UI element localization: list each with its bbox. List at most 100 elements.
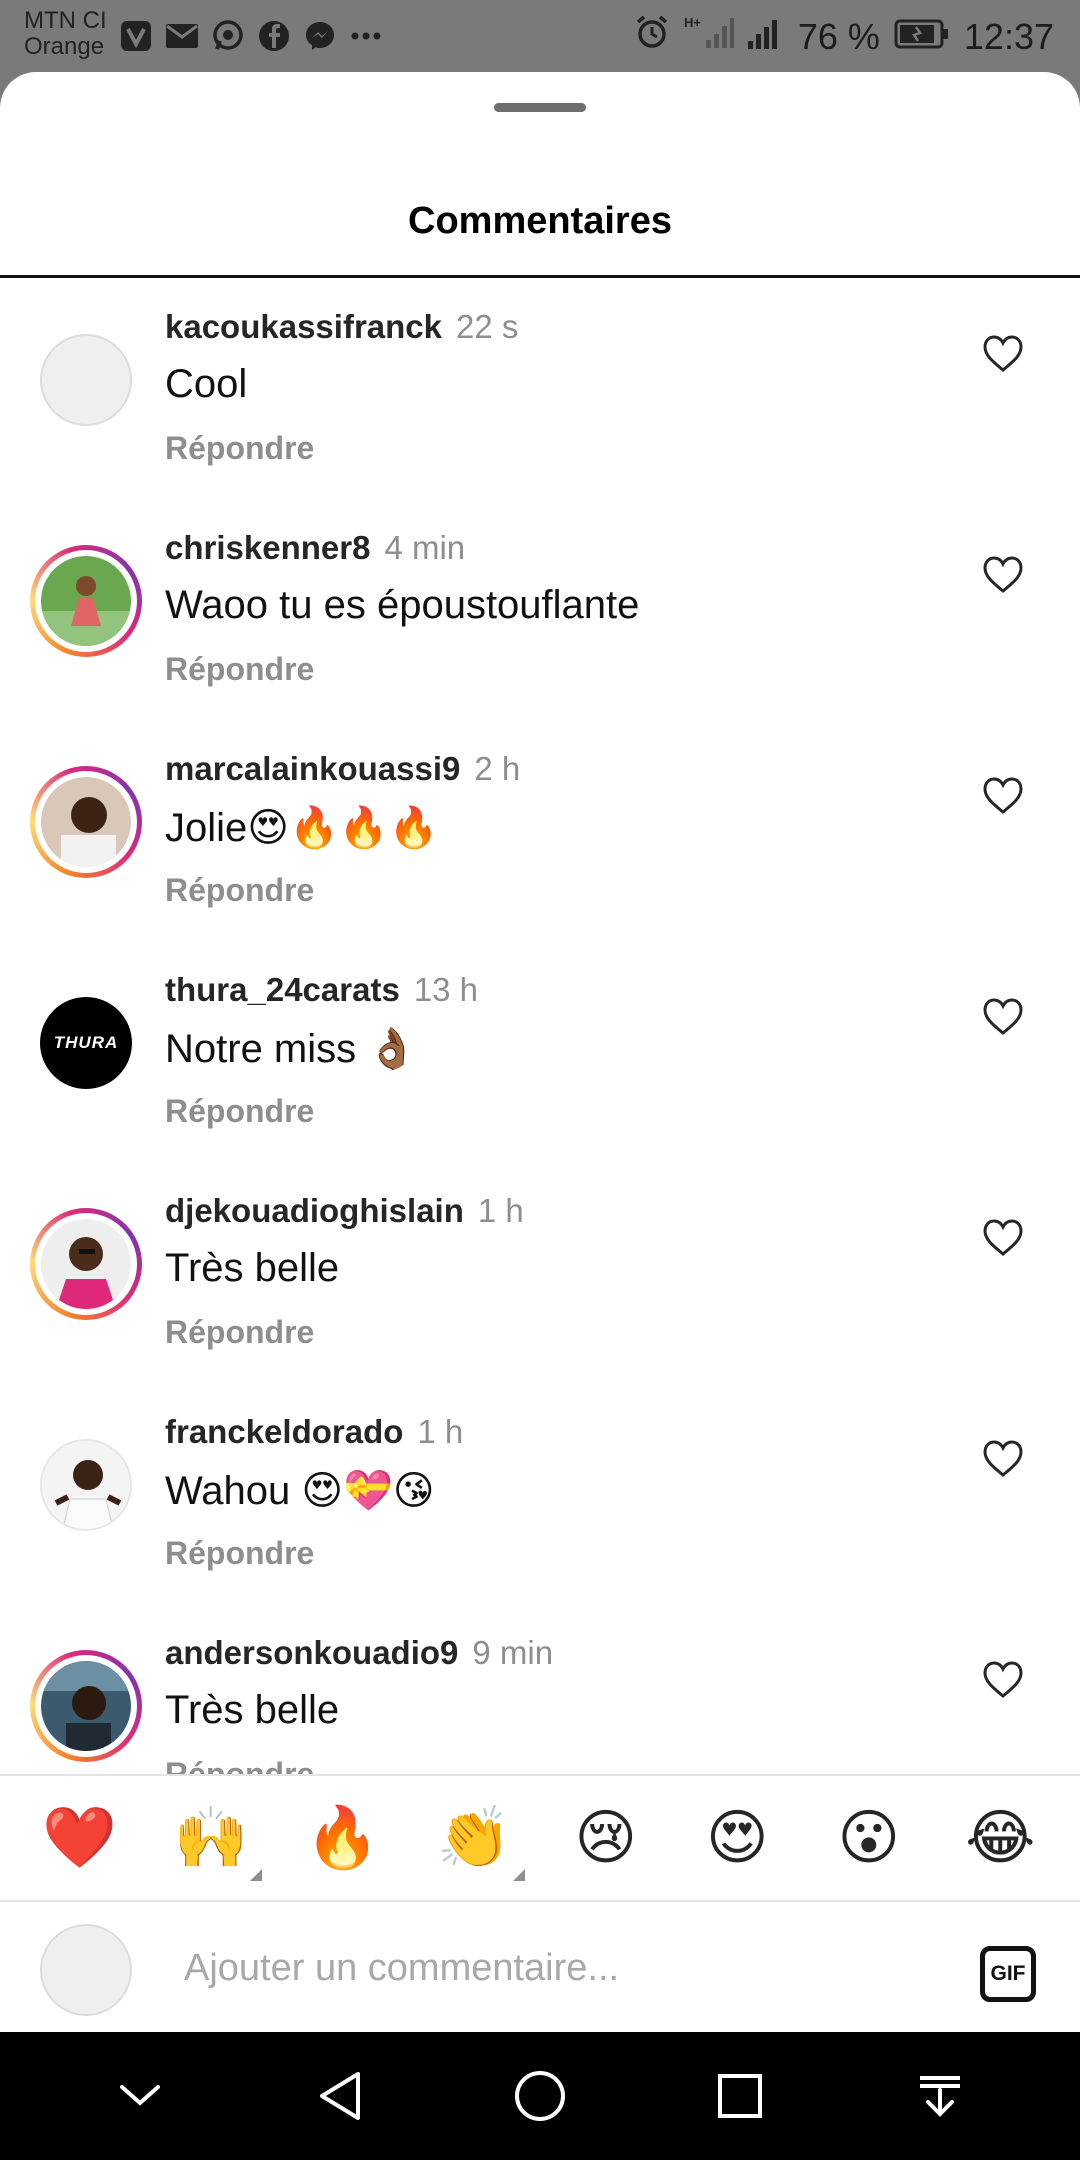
reaction-crying[interactable]: 😢 <box>561 1793 651 1883</box>
status-bar: MTN CI Orange H+ 76 % 12:37 <box>0 0 1080 72</box>
comment-time: 4 min <box>384 529 466 566</box>
avatar-story-ring[interactable] <box>30 1208 142 1320</box>
reaction-heart[interactable]: ❤️ <box>35 1793 125 1883</box>
notification-pull-icon[interactable] <box>900 2056 980 2136</box>
profile-photo <box>41 556 131 646</box>
heart-outline-icon[interactable] <box>982 1660 1024 1700</box>
reaction-fire[interactable]: 🔥 <box>298 1793 388 1883</box>
comment-composer: GIF <box>0 1902 1080 2032</box>
profile-photo <box>40 1439 132 1531</box>
reaction-raised-hands[interactable]: 🙌 <box>166 1793 263 1883</box>
comment-time: 9 min <box>472 1634 554 1671</box>
heart-outline-icon[interactable] <box>982 1439 1024 1479</box>
comment-username[interactable]: thura_24carats 13 h <box>165 971 478 1009</box>
comment-time: 2 h <box>474 750 521 787</box>
more-notifications-icon <box>348 18 384 54</box>
comment-item: andersonkouadio9 9 min Très belle Répondr… <box>0 1604 1080 1774</box>
comment-text: Notre miss 👌🏾 <box>165 1027 418 1071</box>
comment-text: Wahou 😍💝😘 <box>165 1469 435 1513</box>
username-text[interactable]: thura_24carats <box>165 971 400 1008</box>
heart-outline-icon[interactable] <box>982 334 1024 374</box>
profile-photo <box>41 1661 131 1751</box>
clock: 12:37 <box>963 15 1054 57</box>
username-text[interactable]: kacoukassifranck <box>165 308 442 345</box>
comment-text: Cool <box>165 362 248 406</box>
home-circle-icon[interactable] <box>500 2056 580 2136</box>
username-text[interactable]: djekouadioghislain <box>165 1192 464 1229</box>
reply-button[interactable]: Répondre <box>165 1535 314 1572</box>
comment-time: 13 h <box>413 971 479 1008</box>
username-text[interactable]: andersonkouadio9 <box>165 1634 458 1671</box>
comment-username[interactable]: andersonkouadio9 9 min <box>165 1634 553 1672</box>
comment-username[interactable]: djekouadioghislain 1 h <box>165 1192 524 1230</box>
carrier-line-2: Orange <box>24 33 105 60</box>
reply-button[interactable]: Répondre <box>165 1093 314 1130</box>
v-app-icon <box>118 18 154 54</box>
username-text[interactable]: marcalainkouassi9 <box>165 750 460 787</box>
profile-photo <box>41 1219 131 1309</box>
comment-username[interactable]: chriskenner8 4 min <box>165 529 465 567</box>
carrier-line-1: MTN CI <box>24 7 107 34</box>
reaction-laughing[interactable]: 😂 <box>955 1793 1045 1883</box>
reply-button[interactable]: Répondre <box>165 1314 314 1351</box>
chevron-down-icon[interactable] <box>100 2056 180 2136</box>
comment-username[interactable]: marcalainkouassi9 2 h <box>165 750 520 788</box>
heart-outline-icon[interactable] <box>982 555 1024 595</box>
comment-username[interactable]: franckeldorado 1 h <box>165 1413 463 1451</box>
heart-outline-icon[interactable] <box>982 997 1024 1037</box>
reply-button[interactable]: Répondre <box>165 872 314 909</box>
avatar[interactable]: THURA <box>30 987 142 1099</box>
avatar-story-ring[interactable] <box>30 545 142 657</box>
signal-h-icon: H+ <box>684 14 734 59</box>
default-avatar <box>40 334 132 426</box>
comment-time: 1 h <box>477 1192 524 1229</box>
comment-item: THURA thura_24carats 13 h Notre miss 👌🏾 R… <box>0 941 1080 1162</box>
svg-text:H+: H+ <box>684 15 701 30</box>
comment-list[interactable]: kacoukassifranck 22 s Cool Répondre chris… <box>0 278 1080 1774</box>
comment-item: djekouadioghislain 1 h Très belle Répondr… <box>0 1162 1080 1383</box>
heart-outline-icon[interactable] <box>982 1218 1024 1258</box>
reply-button[interactable]: Répondre <box>165 430 314 467</box>
username-text[interactable]: chriskenner8 <box>165 529 370 566</box>
battery-percent: 76 % <box>797 15 880 57</box>
alarm-icon <box>634 14 670 59</box>
reply-button[interactable]: Répondre <box>165 651 314 688</box>
skin-tone-indicator <box>513 1869 526 1881</box>
skin-tone-indicator <box>250 1869 263 1881</box>
reaction-clap[interactable]: 👏 <box>429 1793 526 1883</box>
heart-outline-icon[interactable] <box>982 776 1024 816</box>
avatar[interactable] <box>30 1429 142 1541</box>
comment-text: Jolie😍🔥🔥🔥 <box>165 806 439 850</box>
profile-photo <box>41 777 131 867</box>
reaction-heart-eyes[interactable]: 😍 <box>692 1793 782 1883</box>
facebook-icon <box>256 18 292 54</box>
reaction-clap-glyph: 👏 <box>436 1804 512 1871</box>
quick-reactions-bar: ❤️ 🙌 🔥 👏 😢 😍 😮 😂 <box>0 1774 1080 1902</box>
back-triangle-icon[interactable] <box>300 2056 380 2136</box>
avatar-story-ring[interactable] <box>30 766 142 878</box>
comments-sheet: Commentaires kacoukassifranck 22 s Cool R… <box>0 72 1080 2032</box>
comment-username[interactable]: kacoukassifranck 22 s <box>165 308 518 346</box>
battery-icon <box>894 16 950 58</box>
avatar[interactable] <box>30 324 142 436</box>
comment-text: Très belle <box>165 1688 340 1732</box>
gif-button[interactable]: GIF <box>980 1946 1036 2002</box>
username-text[interactable]: franckeldorado <box>165 1413 403 1450</box>
comment-input[interactable] <box>184 1938 944 1998</box>
drag-handle[interactable] <box>494 103 586 112</box>
system-status: H+ 76 % 12:37 <box>634 14 1054 59</box>
reply-button[interactable]: Répondre <box>165 1756 314 1774</box>
reaction-surprised[interactable]: 😮 <box>824 1793 914 1883</box>
sheet-title: Commentaires <box>408 200 672 242</box>
brand-logo-avatar: THURA <box>40 997 132 1089</box>
carrier-label: MTN CI Orange <box>24 8 107 60</box>
comment-text: Très belle <box>165 1246 340 1290</box>
signal-icon <box>747 15 784 58</box>
avatar-story-ring[interactable] <box>30 1650 142 1762</box>
mail-icon <box>164 18 200 54</box>
recents-square-icon[interactable] <box>700 2056 780 2136</box>
comment-item: kacoukassifranck 22 s Cool Répondre <box>0 278 1080 499</box>
comment-item: franckeldorado 1 h Wahou 😍💝😘 Répondre <box>0 1383 1080 1604</box>
comment-item: marcalainkouassi9 2 h Jolie😍🔥🔥🔥 Répondre <box>0 720 1080 941</box>
messenger-icon <box>302 18 338 54</box>
